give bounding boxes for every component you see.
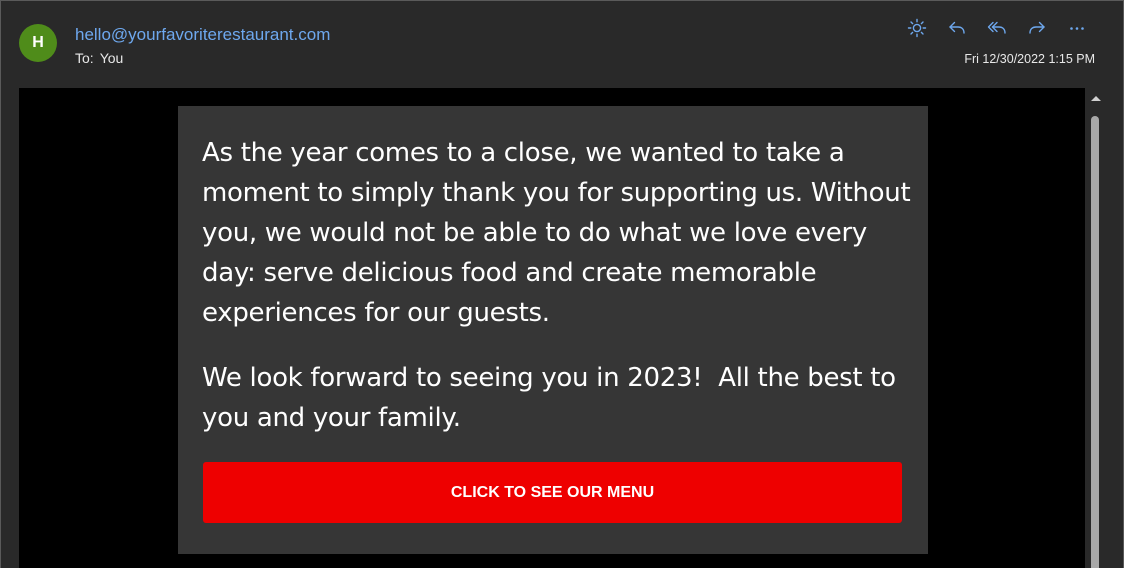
message-actions-toolbar <box>897 17 1097 39</box>
message-card: As the year comes to a close, we wanted … <box>178 106 928 554</box>
message-paragraph: We look forward to seeing you in 2023! A… <box>202 363 904 433</box>
more-icon <box>1070 27 1084 30</box>
see-menu-button[interactable]: CLICK TO SEE OUR MENU <box>203 462 902 523</box>
scrollbar-thumb[interactable] <box>1091 116 1099 568</box>
vertical-scrollbar[interactable] <box>1087 88 1104 568</box>
message-paragraph: As the year comes to a close, we wanted … <box>202 138 911 328</box>
reply-all-icon <box>987 21 1006 34</box>
reply-icon <box>949 21 965 34</box>
email-reading-pane: H hello@yourfavoriterestaurant.com To: Yo… <box>0 0 1124 568</box>
message-date: Fri 12/30/2022 1:15 PM <box>964 52 1095 66</box>
recipient-line: To: You <box>75 50 123 66</box>
reply-button[interactable] <box>937 17 977 39</box>
reply-all-button[interactable] <box>977 17 1017 39</box>
sender-email[interactable]: hello@yourfavoriterestaurant.com <box>75 25 330 45</box>
switch-background-button[interactable] <box>897 17 937 39</box>
more-actions-button[interactable] <box>1057 17 1097 39</box>
recipient-name[interactable]: You <box>100 50 124 66</box>
avatar-initial: H <box>32 34 44 51</box>
to-label: To: <box>75 50 94 66</box>
forward-button[interactable] <box>1017 17 1057 39</box>
sun-icon <box>907 18 927 38</box>
scroll-up-arrow-icon[interactable] <box>1091 96 1101 101</box>
sender-avatar[interactable]: H <box>19 24 57 62</box>
forward-icon <box>1029 21 1045 34</box>
message-body: As the year comes to a close, we wanted … <box>19 88 1085 568</box>
